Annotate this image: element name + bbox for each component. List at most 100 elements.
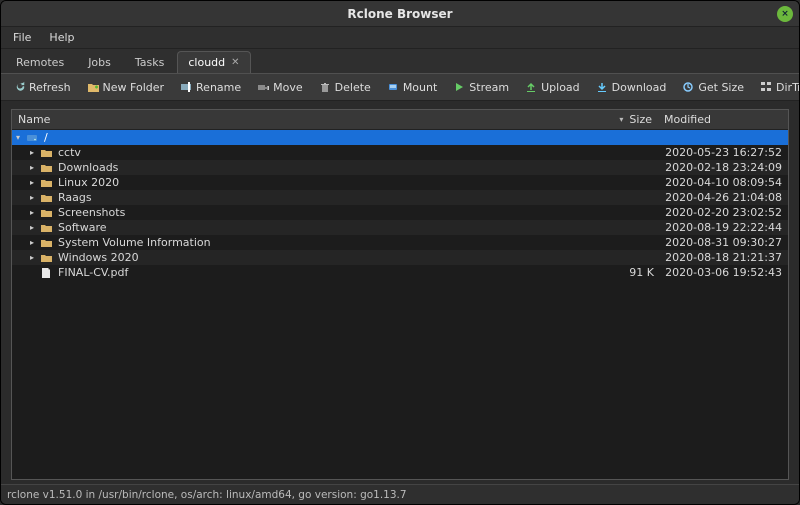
tabstrip: Remotes Jobs Tasks cloudd ✕ — [1, 49, 799, 73]
button-label: Download — [612, 81, 667, 94]
folder-icon — [38, 237, 54, 249]
window-title: Rclone Browser — [347, 7, 452, 21]
download-button[interactable]: Download — [590, 78, 673, 97]
table-row[interactable]: ▸ Windows 2020 2020-08-18 21:21:37 — [12, 250, 788, 265]
dir-tree-button[interactable]: DirTree — [754, 78, 800, 97]
tab-remotes[interactable]: Remotes — [5, 51, 75, 73]
table-row[interactable]: FINAL-CV.pdf91 K2020-03-06 19:52:43 — [12, 265, 788, 280]
file-panel: Name Size Modified ▾/▸cctv2020-05-23 16:… — [11, 109, 789, 480]
close-tab-icon[interactable]: ✕ — [231, 57, 239, 68]
table-row[interactable]: ▸ cctv 2020-05-23 16:27:52 — [12, 145, 788, 160]
chevron-right-icon[interactable]: ▸ — [26, 205, 38, 220]
mount-button[interactable]: Mount — [381, 78, 443, 97]
row-name: cctv — [54, 145, 608, 160]
refresh-icon — [13, 81, 25, 93]
table-row-root[interactable]: ▾/ — [12, 130, 788, 145]
chevron-right-icon[interactable]: ▸ — [26, 175, 38, 190]
new-folder-icon — [87, 81, 99, 93]
get-size-button[interactable]: Get Size — [676, 78, 750, 97]
row-size: 91 K — [608, 265, 658, 280]
folder-icon — [38, 207, 54, 219]
delete-button[interactable]: Delete — [313, 78, 377, 97]
upload-icon — [525, 81, 537, 93]
table-row[interactable]: ▸ Linux 2020 2020-04-10 08:09:54 — [12, 175, 788, 190]
tab-jobs[interactable]: Jobs — [77, 51, 122, 73]
column-name[interactable]: Name — [12, 113, 608, 126]
menubar: File Help — [1, 27, 799, 49]
column-modified[interactable]: Modified — [658, 113, 788, 126]
chevron-right-icon[interactable]: ▸ — [26, 250, 38, 265]
button-label: New Folder — [103, 81, 164, 94]
tab-tasks[interactable]: Tasks — [124, 51, 175, 73]
toolbar: Refresh New Folder Rename Move Delete Mo… — [1, 73, 799, 101]
chevron-right-icon[interactable]: ▸ — [26, 190, 38, 205]
row-name: Downloads — [54, 160, 608, 175]
menu-help[interactable]: Help — [41, 28, 82, 47]
chevron-right-icon[interactable]: ▸ — [26, 220, 38, 235]
folder-icon — [38, 177, 54, 189]
chevron-right-icon[interactable]: ▸ — [26, 145, 38, 160]
row-modified: 2020-08-19 22:22:44 — [658, 220, 788, 235]
stream-button[interactable]: Stream — [447, 78, 515, 97]
button-label: Move — [273, 81, 303, 94]
row-modified: 2020-03-06 19:52:43 — [658, 265, 788, 280]
tab-label: Remotes — [16, 56, 64, 69]
table-row[interactable]: ▸ System Volume Information 2020-08-31 09:… — [12, 235, 788, 250]
chevron-right-icon[interactable]: ▸ — [26, 235, 38, 250]
button-label: Refresh — [29, 81, 71, 94]
table-row[interactable]: ▸ Downloads 2020-02-18 23:24:09 — [12, 160, 788, 175]
button-label: Upload — [541, 81, 580, 94]
upload-button[interactable]: Upload — [519, 78, 586, 97]
move-icon — [257, 81, 269, 93]
row-modified: 2020-08-18 21:21:37 — [658, 250, 788, 265]
tab-label: Jobs — [88, 56, 111, 69]
table-row[interactable]: ▸ Raags 2020-04-26 21:04:08 — [12, 190, 788, 205]
mount-icon — [387, 81, 399, 93]
row-name: Software — [54, 220, 608, 235]
row-modified: 2020-08-31 09:30:27 — [658, 235, 788, 250]
column-size[interactable]: Size — [608, 113, 658, 126]
rename-icon — [180, 81, 192, 93]
row-name: Linux 2020 — [54, 175, 608, 190]
app-window: Rclone Browser × File Help Remotes Jobs … — [0, 0, 800, 505]
titlebar: Rclone Browser × — [1, 1, 799, 27]
row-modified: 2020-05-23 16:27:52 — [658, 145, 788, 160]
button-label: Mount — [403, 81, 437, 94]
close-icon[interactable]: × — [777, 6, 793, 22]
menu-file[interactable]: File — [5, 28, 39, 47]
row-modified: 2020-04-26 21:04:08 — [658, 190, 788, 205]
row-name: / — [40, 130, 608, 145]
file-icon — [38, 267, 54, 279]
button-label: Delete — [335, 81, 371, 94]
chevron-down-icon[interactable]: ▾ — [12, 130, 24, 145]
folder-icon — [38, 162, 54, 174]
row-modified: 2020-02-18 23:24:09 — [658, 160, 788, 175]
move-button[interactable]: Move — [251, 78, 309, 97]
column-header: Name Size Modified — [12, 110, 788, 130]
row-name: Windows 2020 — [54, 250, 608, 265]
button-label: DirTree — [776, 81, 800, 94]
folder-icon — [38, 192, 54, 204]
table-row[interactable]: ▸ Screenshots 2020-02-20 23:02:52 — [12, 205, 788, 220]
drive-icon — [24, 132, 40, 144]
column-label: Size — [629, 113, 652, 126]
table-row[interactable]: ▸ Software 2020-08-19 22:22:44 — [12, 220, 788, 235]
file-listing[interactable]: ▾/▸cctv2020-05-23 16:27:52▸Downloads2020… — [12, 130, 788, 479]
get-size-icon — [682, 81, 694, 93]
refresh-button[interactable]: Refresh — [7, 78, 77, 97]
rename-button[interactable]: Rename — [174, 78, 247, 97]
row-name: Screenshots — [54, 205, 608, 220]
tab-cloudd[interactable]: cloudd ✕ — [177, 51, 250, 73]
dir-tree-icon — [760, 81, 772, 93]
row-modified: 2020-04-10 08:09:54 — [658, 175, 788, 190]
new-folder-button[interactable]: New Folder — [81, 78, 170, 97]
row-modified: 2020-02-20 23:02:52 — [658, 205, 788, 220]
row-name: Raags — [54, 190, 608, 205]
folder-icon — [38, 147, 54, 159]
button-label: Rename — [196, 81, 241, 94]
chevron-right-icon[interactable]: ▸ — [26, 160, 38, 175]
content-area: Name Size Modified ▾/▸cctv2020-05-23 16:… — [1, 101, 799, 484]
button-label: Get Size — [698, 81, 744, 94]
row-name: System Volume Information — [54, 235, 608, 250]
download-icon — [596, 81, 608, 93]
